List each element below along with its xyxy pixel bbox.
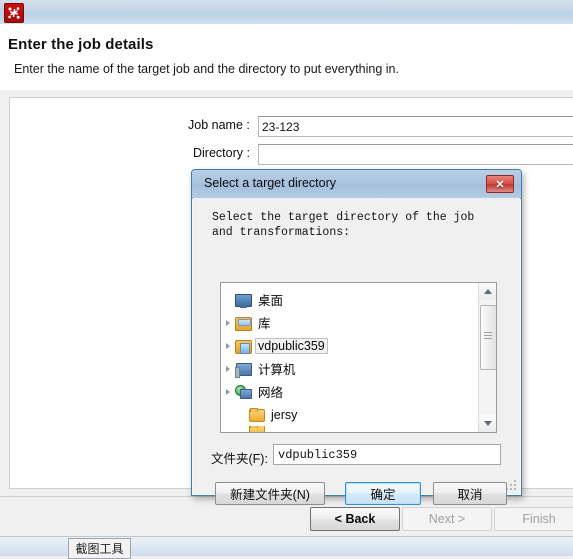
user-icon [234,338,252,354]
wizard-window: Enter the job details Enter the name of … [0,0,573,559]
select-directory-dialog: Select a target directory ✕ Select the t… [191,169,522,505]
ok-button[interactable]: 确定 [345,482,421,505]
scroll-up-arrow-icon[interactable] [479,283,496,300]
folder-name-label: 文件夹(F): [211,452,268,466]
wizard-header: Enter the job details Enter the name of … [0,24,573,91]
tree-item-label: 计算机 [258,363,296,377]
page-subtitle: Enter the name of the target job and the… [14,62,399,76]
resize-grip-icon[interactable] [505,479,516,490]
chevron-right-icon[interactable] [221,334,234,357]
tree-item-desktop[interactable]: 桌面 [221,288,479,311]
chevron-right-icon[interactable] [221,380,234,403]
folder-name-input[interactable] [273,444,501,465]
dialog-instruction: Select the target directory of the job a… [212,211,475,239]
desktop-icon [234,292,252,308]
network-icon [234,384,252,400]
finish-button[interactable]: Finish [494,507,573,531]
page-title: Enter the job details [8,36,154,53]
back-button[interactable]: < Back [310,507,400,531]
job-name-row: Job name : [10,116,573,138]
library-icon [234,315,252,331]
scroll-down-arrow-icon[interactable] [479,415,496,432]
directory-tree[interactable]: 桌面 库 vdpublic359 计算机 网络 jersy [220,282,497,433]
next-button[interactable]: Next > [402,507,492,531]
tree-item-computer[interactable]: 计算机 [221,357,479,380]
directory-row: Directory : [10,144,573,166]
window-titlebar [0,0,573,25]
scrollbar-grip-icon [484,332,492,339]
dialog-title: Select a target directory [204,176,337,190]
directory-tree-list: 桌面 库 vdpublic359 计算机 网络 jersy [221,283,479,432]
directory-input[interactable] [258,144,573,165]
tree-item-label: jersy [271,407,298,422]
tree-item-label: 网络 [258,386,284,400]
twisty-placeholder [234,426,247,432]
tree-item-vdpublic359[interactable]: vdpublic359 [221,334,479,357]
directory-label: Directory : [193,146,250,160]
tree-item-partial[interactable] [221,426,479,432]
scrollbar-thumb[interactable] [480,305,496,370]
tree-item-label: vdpublic359 [255,337,328,354]
dialog-titlebar: Select a target directory ✕ [192,170,521,199]
close-x-icon[interactable]: ✕ [486,175,514,193]
job-name-input[interactable] [258,116,573,137]
job-name-label: Job name : [188,118,250,132]
twisty-placeholder [221,288,234,311]
cancel-button[interactable]: 取消 [433,482,507,505]
twisty-placeholder [234,403,247,426]
computer-icon [234,361,252,378]
tree-item-label [268,430,274,432]
chevron-right-icon[interactable] [221,357,234,380]
chevron-right-icon[interactable] [221,311,234,334]
taskbar-item-snipping-tool[interactable]: 截图工具 [68,538,131,559]
tree-item-label: 桌面 [258,294,284,308]
dialog-body: Select the target directory of the job a… [193,198,520,505]
folder-icon [247,407,265,423]
taskbar: 截图工具 [0,536,573,559]
tree-item-network[interactable]: 网络 [221,380,479,403]
tree-vertical-scrollbar[interactable] [478,283,496,432]
kettle-spoon-icon [4,3,24,23]
folder-icon [247,426,265,432]
tree-item-label: 库 [258,317,271,331]
tree-item-jersy[interactable]: jersy [221,403,479,426]
tree-item-library[interactable]: 库 [221,311,479,334]
new-folder-button[interactable]: 新建文件夹(N) [215,482,325,505]
